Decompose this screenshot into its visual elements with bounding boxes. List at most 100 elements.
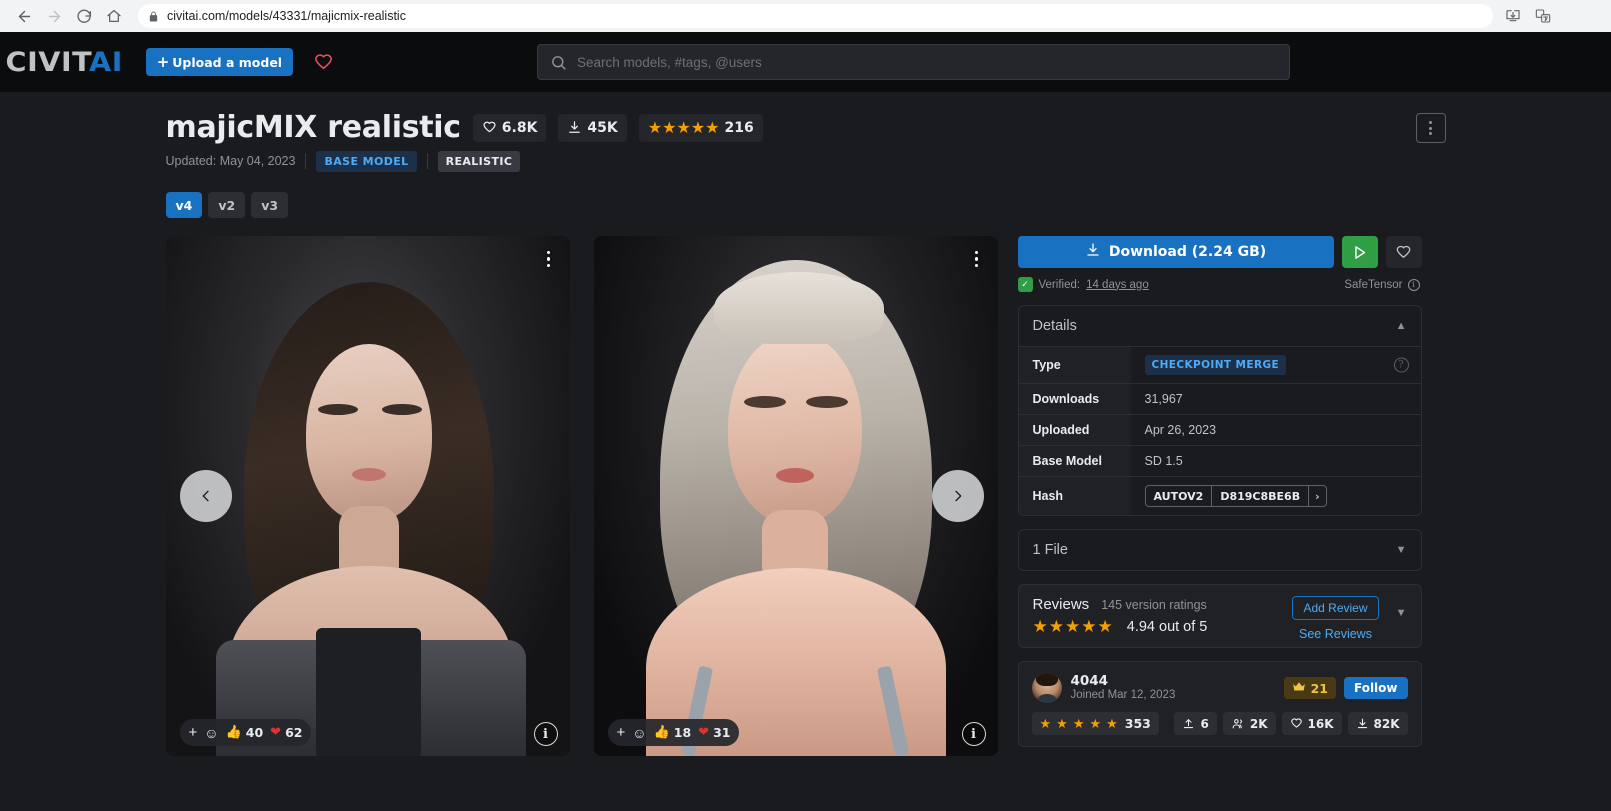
image-options-icon[interactable] [538,246,560,272]
detail-value: AUTOV2 D819C8BE6B › [1131,477,1421,516]
reviews-actions: Add Review See Reviews [1292,596,1379,641]
carousel-prev-button[interactable] [179,470,232,522]
version-tab-v4[interactable]: v4 [165,192,203,218]
hash-algorithm: AUTOV2 [1153,489,1204,503]
heart-reaction[interactable]: ❤ 31 [698,725,730,740]
star-icon: ★ [1048,617,1064,636]
files-panel: 1 File ▼ [1017,529,1422,571]
address-bar[interactable]: civitai.com/models/43331/majicmix-realis… [138,4,1493,28]
thumbs-up-icon: 👍 [225,725,242,740]
verified-timestamp[interactable]: 14 days ago [1086,279,1149,291]
downloads-count: 45K [587,119,618,136]
heart-count: 62 [285,725,303,740]
verification-row: ✓ Verified: 14 days ago SafeTensor i [1017,277,1422,292]
creator-likes-count: 16K [1307,716,1334,731]
meta-divider [305,153,307,169]
translate-icon[interactable] [1535,8,1551,24]
crown-icon [1292,681,1306,696]
image-info-icon[interactable]: i [533,722,558,746]
hash-value: D819C8BE6B [1220,489,1301,503]
follow-button[interactable]: Follow [1343,677,1408,699]
star-icon: ★ [662,117,677,137]
star-icon: ★ [1089,716,1102,731]
tag-base-model[interactable]: BASE MODEL [316,150,417,172]
carousel-next-button[interactable] [931,470,984,522]
search-bar[interactable] [537,44,1290,80]
star-icon: ★ [1072,716,1085,731]
tag-realistic[interactable]: REALISTIC [437,150,521,172]
thumbs-up-reaction[interactable]: 👍 40 [226,725,264,740]
add-reaction-button[interactable]: + [617,725,626,740]
emoji-picker-icon[interactable]: ☺ [632,726,646,740]
table-row: Type CHECKPOINT MERGE ? [1018,346,1421,384]
downloads-stat[interactable]: 45K [558,113,627,142]
add-review-button[interactable]: Add Review [1292,596,1379,620]
reviews-subtitle: 145 version ratings [1101,598,1207,612]
home-button[interactable] [100,2,128,30]
chevron-down-icon[interactable]: ▼ [1396,607,1407,619]
image-options-icon[interactable] [966,246,988,272]
favorites-heart-icon[interactable] [313,52,334,73]
browser-toolbar: civitai.com/models/43331/majicmix-realis… [0,0,1611,32]
heart-reaction[interactable]: ❤ 62 [270,725,302,740]
type-chip[interactable]: CHECKPOINT MERGE [1144,355,1287,375]
chevron-right-icon[interactable]: › [1308,486,1326,506]
table-row: Hash AUTOV2 D819C8BE6B › [1018,476,1421,516]
gallery-image-card[interactable]: + ☺ 👍 40 ❤ 62 i [165,236,570,756]
help-icon[interactable]: ? [1393,357,1409,373]
image-reaction-bar: + ☺ 👍 18 ❤ 31 [607,719,740,746]
emoji-picker-icon[interactable]: ☺ [204,726,218,740]
image-reaction-bar: + ☺ 👍 40 ❤ 62 [179,719,312,746]
add-reaction-button[interactable]: + [189,725,198,740]
likes-count: 6.8K [501,119,538,136]
gallery-image-card[interactable]: + ☺ 👍 18 ❤ 31 i [593,236,998,756]
detail-key: Downloads [1018,383,1131,415]
model-main-grid: + ☺ 👍 40 ❤ 62 i + ☺ 👍 18 ❤ 31 i Download… [165,236,1446,756]
version-tab-v2[interactable]: v2 [208,192,246,218]
avatar[interactable] [1031,673,1062,703]
detail-value: Apr 26, 2023 [1144,423,1217,437]
kebab-dot [546,263,551,268]
install-app-icon[interactable] [1505,8,1521,24]
detail-key: Base Model [1018,445,1131,477]
download-button[interactable]: Download (2.24 GB) [1017,236,1334,268]
model-sidebar: Download (2.24 GB) ✓ Verified: 14 days a… [1017,236,1422,756]
image-info-icon[interactable]: i [961,722,986,746]
hash-group[interactable]: AUTOV2 D819C8BE6B › [1144,485,1327,507]
reload-button[interactable] [70,2,98,30]
model-title-row: majicMIX realistic 6.8K 45K ★ ★ ★ ★ ★ 21… [166,111,1446,144]
kebab-dot [974,263,979,268]
star-icon: ★ [1106,716,1118,731]
rating-stat[interactable]: ★ ★ ★ ★ ★ 216 [638,113,763,142]
likes-stat[interactable]: 6.8K [472,113,547,142]
forward-button[interactable] [40,2,68,30]
detail-key: Hash [1018,476,1131,515]
version-tab-v3[interactable]: v3 [251,192,289,218]
thumbs-up-icon: 👍 [653,725,670,740]
reviews-title: Reviews [1032,596,1090,613]
search-input[interactable] [577,54,1277,70]
info-icon[interactable]: i [1407,278,1420,291]
creator-card: 4044 Joined Mar 12, 2023 21 Follow ★ ★ ★… [1017,661,1422,747]
details-panel-header[interactable]: Details ▲ [1019,306,1421,346]
heart-icon: ❤ [698,725,710,740]
detail-key: Type [1018,346,1131,384]
favorite-model-button[interactable] [1385,236,1422,268]
thumbs-up-count: 40 [245,725,264,740]
model-options-menu-button[interactable] [1415,113,1446,143]
civitai-logo[interactable]: CIVIT AI [6,49,123,76]
download-button-label: Download (2.24 GB) [1108,244,1267,260]
upload-icon [1182,717,1195,730]
thumbs-up-reaction[interactable]: 👍 18 [654,725,692,740]
reviews-score: 4.94 out of 5 [1126,618,1208,635]
upload-a-model-button[interactable]: + Upload a model [145,48,294,76]
page-body: majicMIX realistic 6.8K 45K ★ ★ ★ ★ ★ 21… [0,92,1611,811]
see-reviews-link[interactable]: See Reviews [1299,627,1372,641]
files-panel-header[interactable]: 1 File ▼ [1019,530,1421,570]
safetensor-label: SafeTensor [1344,278,1403,291]
creator-name[interactable]: 4044 [1071,673,1176,689]
back-button[interactable] [10,2,38,30]
details-panel: Details ▲ Type CHECKPOINT MERGE ? Downlo… [1017,305,1422,516]
table-row: Uploaded Apr 26, 2023 [1018,414,1421,446]
run-model-button[interactable] [1341,236,1378,268]
